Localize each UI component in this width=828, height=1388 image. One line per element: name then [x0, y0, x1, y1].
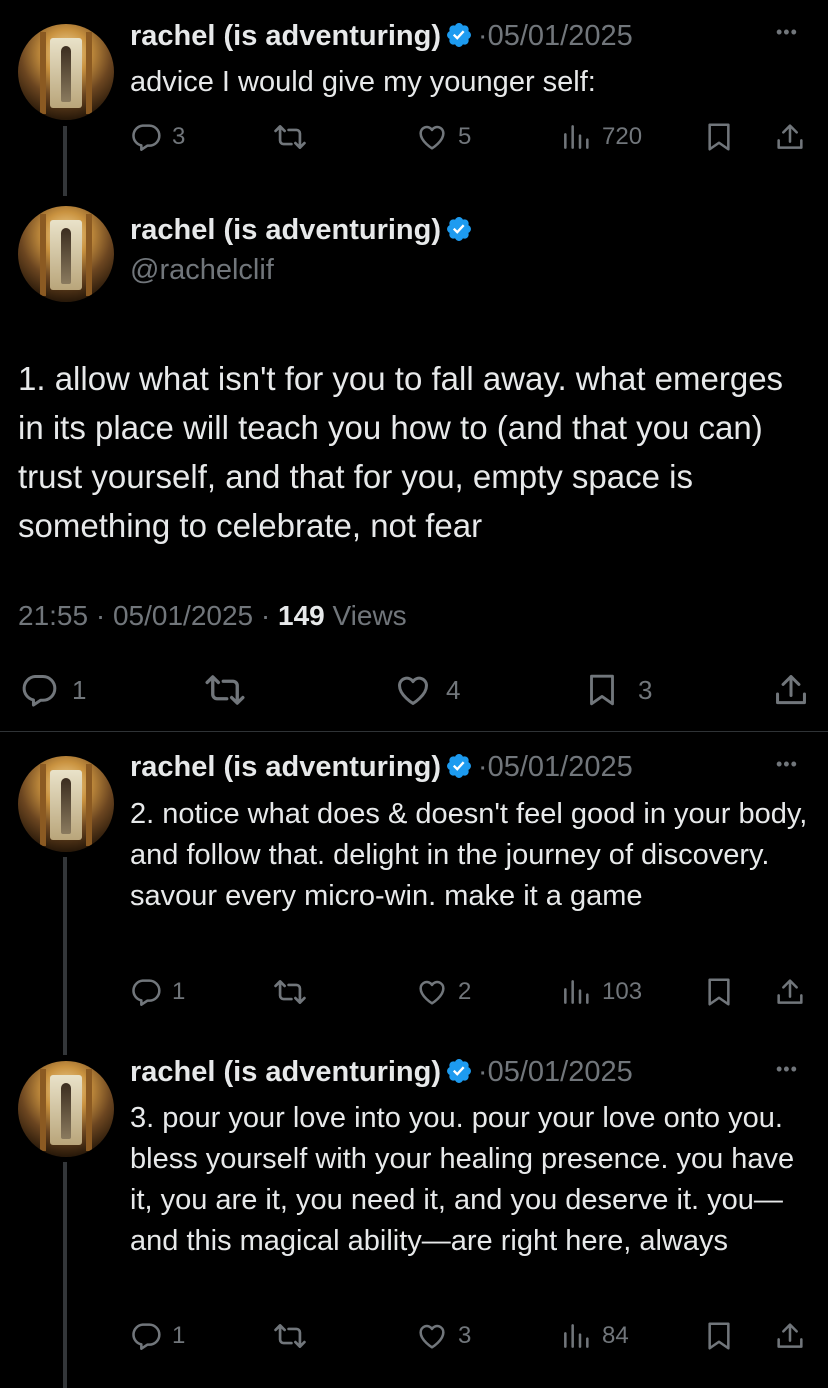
avatar[interactable]: [18, 756, 114, 852]
views-icon: [560, 976, 592, 1008]
like-button[interactable]: 4: [394, 670, 460, 710]
views-button[interactable]: 720: [560, 119, 642, 155]
tweet-header: rachel (is adventuring) ·05/01/2025: [130, 1056, 633, 1089]
views-icon: [560, 121, 592, 153]
tweet-header: rachel (is adventuring) ·05/01/2025: [130, 20, 633, 58]
reply-icon: [20, 671, 58, 709]
like-button[interactable]: 2: [416, 974, 471, 1010]
tweet-date[interactable]: 05/01/2025: [488, 1056, 633, 1088]
reply-count: 1: [172, 978, 186, 1005]
retweet-icon: [204, 669, 246, 711]
retweet-button[interactable]: [273, 974, 307, 1010]
share-icon: [772, 671, 810, 709]
thread-connector-line: [63, 1162, 67, 1388]
more-icon[interactable]: •••: [776, 22, 798, 43]
display-name[interactable]: rachel (is adventuring): [130, 751, 441, 783]
reply-icon: [130, 976, 162, 1008]
tweet-header: rachel (is adventuring): [130, 214, 473, 247]
thread-connector-line: [63, 126, 67, 196]
share-button[interactable]: [774, 974, 806, 1010]
display-name[interactable]: rachel (is adventuring): [130, 1056, 441, 1088]
reply-button[interactable]: 1: [20, 670, 86, 710]
like-count: 2: [458, 978, 472, 1005]
tweet-time[interactable]: 21:55: [18, 600, 88, 631]
tweet-text: advice I would give my younger self:: [130, 66, 596, 98]
bookmark-button[interactable]: [703, 119, 735, 155]
reply-button[interactable]: 3: [130, 119, 185, 155]
tweet-meta: 21:55 · 05/01/2025 · 149 Views: [18, 600, 407, 632]
separator: ·: [477, 1056, 488, 1088]
tweet-header: rachel (is adventuring) ·05/01/2025: [130, 751, 633, 784]
reply-button[interactable]: 1: [130, 1318, 185, 1354]
bookmark-button[interactable]: [703, 974, 735, 1010]
bookmark-button[interactable]: [703, 1318, 735, 1354]
share-button[interactable]: [772, 670, 810, 710]
share-button[interactable]: [774, 1318, 806, 1354]
share-button[interactable]: [774, 119, 806, 155]
verified-badge-icon[interactable]: [445, 1057, 473, 1085]
thread-connector-line: [63, 857, 67, 1055]
more-icon[interactable]: •••: [776, 754, 798, 775]
verified-badge-icon[interactable]: [445, 752, 473, 780]
retweet-icon: [273, 120, 307, 154]
separator: ·: [477, 751, 488, 783]
reply-count: 3: [172, 123, 186, 150]
views-count[interactable]: 149: [278, 600, 325, 631]
avatar[interactable]: [18, 24, 114, 120]
avatar[interactable]: [18, 1061, 114, 1157]
bookmark-icon: [703, 1320, 735, 1352]
display-name[interactable]: rachel (is adventuring): [130, 20, 441, 52]
like-icon: [416, 1320, 448, 1352]
retweet-icon: [273, 1319, 307, 1353]
share-icon: [774, 121, 806, 153]
views-count: 84: [602, 1322, 629, 1349]
display-name[interactable]: rachel (is adventuring): [130, 214, 441, 246]
like-count: 3: [458, 1322, 472, 1349]
verified-badge-icon[interactable]: [445, 215, 473, 243]
separator: ·: [477, 20, 488, 52]
reply-count: 1: [172, 1322, 186, 1349]
like-count: 5: [458, 123, 472, 150]
bookmark-icon: [584, 671, 620, 709]
verified-badge-icon[interactable]: [445, 21, 473, 49]
avatar[interactable]: [18, 206, 114, 302]
separator: ·: [260, 600, 271, 631]
like-icon: [416, 121, 448, 153]
bookmark-button[interactable]: 3: [584, 670, 652, 710]
retweet-icon: [273, 975, 307, 1009]
separator: ·: [95, 600, 106, 631]
views-count: 720: [602, 123, 643, 150]
views-icon: [560, 1320, 592, 1352]
like-button[interactable]: 5: [416, 119, 471, 155]
like-icon: [394, 671, 432, 709]
tweet-date[interactable]: 05/01/2025: [488, 751, 633, 783]
tweet-text: 2. notice what does & doesn't feel good …: [130, 798, 808, 912]
views-count: 103: [602, 978, 643, 1005]
like-button[interactable]: 3: [416, 1318, 471, 1354]
views-button[interactable]: 84: [560, 1318, 629, 1354]
reply-icon: [130, 121, 162, 153]
more-icon[interactable]: •••: [776, 1059, 798, 1080]
share-icon: [774, 976, 806, 1008]
tweet-date[interactable]: 05/01/2025: [488, 20, 633, 52]
like-count: 4: [446, 674, 461, 705]
tweet-date[interactable]: 05/01/2025: [113, 600, 253, 631]
reply-icon: [130, 1320, 162, 1352]
like-icon: [416, 976, 448, 1008]
retweet-button[interactable]: [273, 119, 307, 155]
retweet-button[interactable]: [273, 1318, 307, 1354]
bookmark-icon: [703, 976, 735, 1008]
reply-count: 1: [72, 674, 87, 705]
tweet-text: 3. pour your love into you. pour your lo…: [130, 1102, 795, 1257]
retweet-button[interactable]: [204, 670, 246, 710]
share-icon: [774, 1320, 806, 1352]
bookmark-icon: [703, 121, 735, 153]
views-label: Views: [332, 600, 407, 631]
divider: [0, 731, 828, 732]
reply-button[interactable]: 1: [130, 974, 185, 1010]
tweet-text: 1. allow what isn't for you to fall away…: [18, 360, 784, 544]
user-handle[interactable]: @rachelclif: [130, 254, 274, 287]
bookmark-count: 3: [638, 674, 653, 705]
views-button[interactable]: 103: [560, 974, 642, 1010]
